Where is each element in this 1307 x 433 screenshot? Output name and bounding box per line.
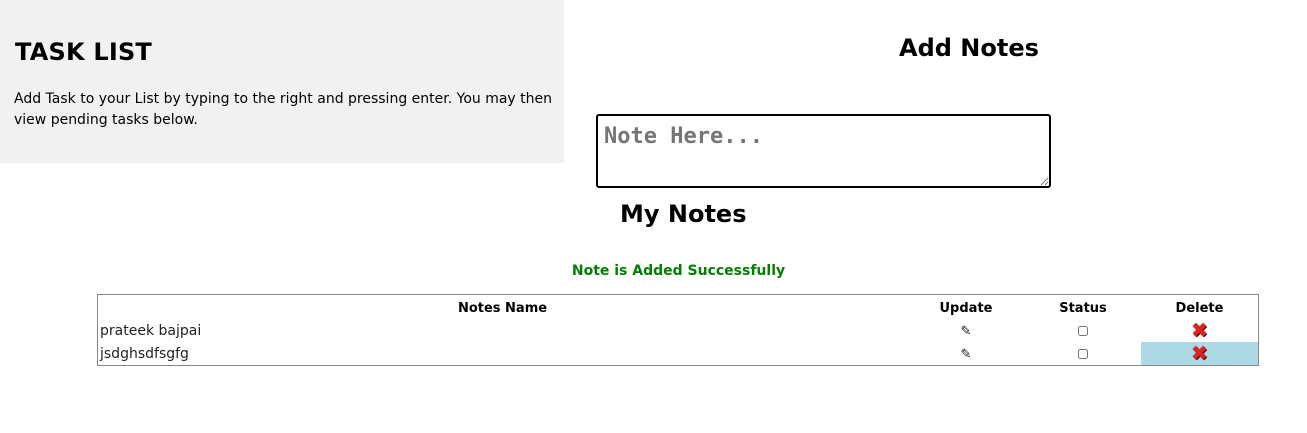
status-checkbox[interactable] <box>1078 325 1088 336</box>
note-name: jsdghsdfsgfg <box>100 345 189 362</box>
status-cell <box>1025 342 1141 365</box>
column-header-status: Status <box>1059 300 1107 316</box>
note-input[interactable] <box>596 114 1051 188</box>
note-name: prateek bajpai <box>100 322 202 339</box>
update-cell: ✎ <box>907 342 1025 365</box>
pencil-icon[interactable]: ✎ <box>961 348 972 361</box>
info-panel: TASK LIST Add Task to your List by typin… <box>0 0 564 163</box>
table-row: prateek bajpai ✎ ✖ <box>98 319 1258 342</box>
task-list-instructions: Add Task to your List by typing to the r… <box>14 91 553 128</box>
table-header-row: Notes Name Update Status Delete <box>98 295 1258 319</box>
status-message: Note is Added Successfully <box>571 263 786 279</box>
column-header-update: Update <box>939 300 993 316</box>
add-notes-title: Add Notes <box>899 34 1039 62</box>
my-notes-title: My Notes <box>620 200 747 228</box>
column-header-notes-name: Notes Name <box>457 300 548 316</box>
task-list-title: TASK LIST <box>15 38 152 66</box>
delete-x-icon[interactable]: ✖ <box>1191 320 1208 340</box>
status-checkbox[interactable] <box>1078 348 1088 359</box>
table-row: jsdghsdfsgfg ✎ ✖ <box>98 342 1258 365</box>
page: TASK LIST Add Task to your List by typin… <box>0 0 1307 433</box>
update-cell: ✎ <box>907 319 1025 342</box>
delete-cell: ✖ <box>1141 319 1258 342</box>
notes-table: Notes Name Update Status Delete prateek … <box>97 294 1259 366</box>
pencil-icon[interactable]: ✎ <box>961 325 972 338</box>
delete-cell-highlighted: ✖ <box>1141 342 1258 365</box>
column-header-delete: Delete <box>1175 300 1224 316</box>
delete-x-icon[interactable]: ✖ <box>1191 343 1208 363</box>
status-cell <box>1025 319 1141 342</box>
